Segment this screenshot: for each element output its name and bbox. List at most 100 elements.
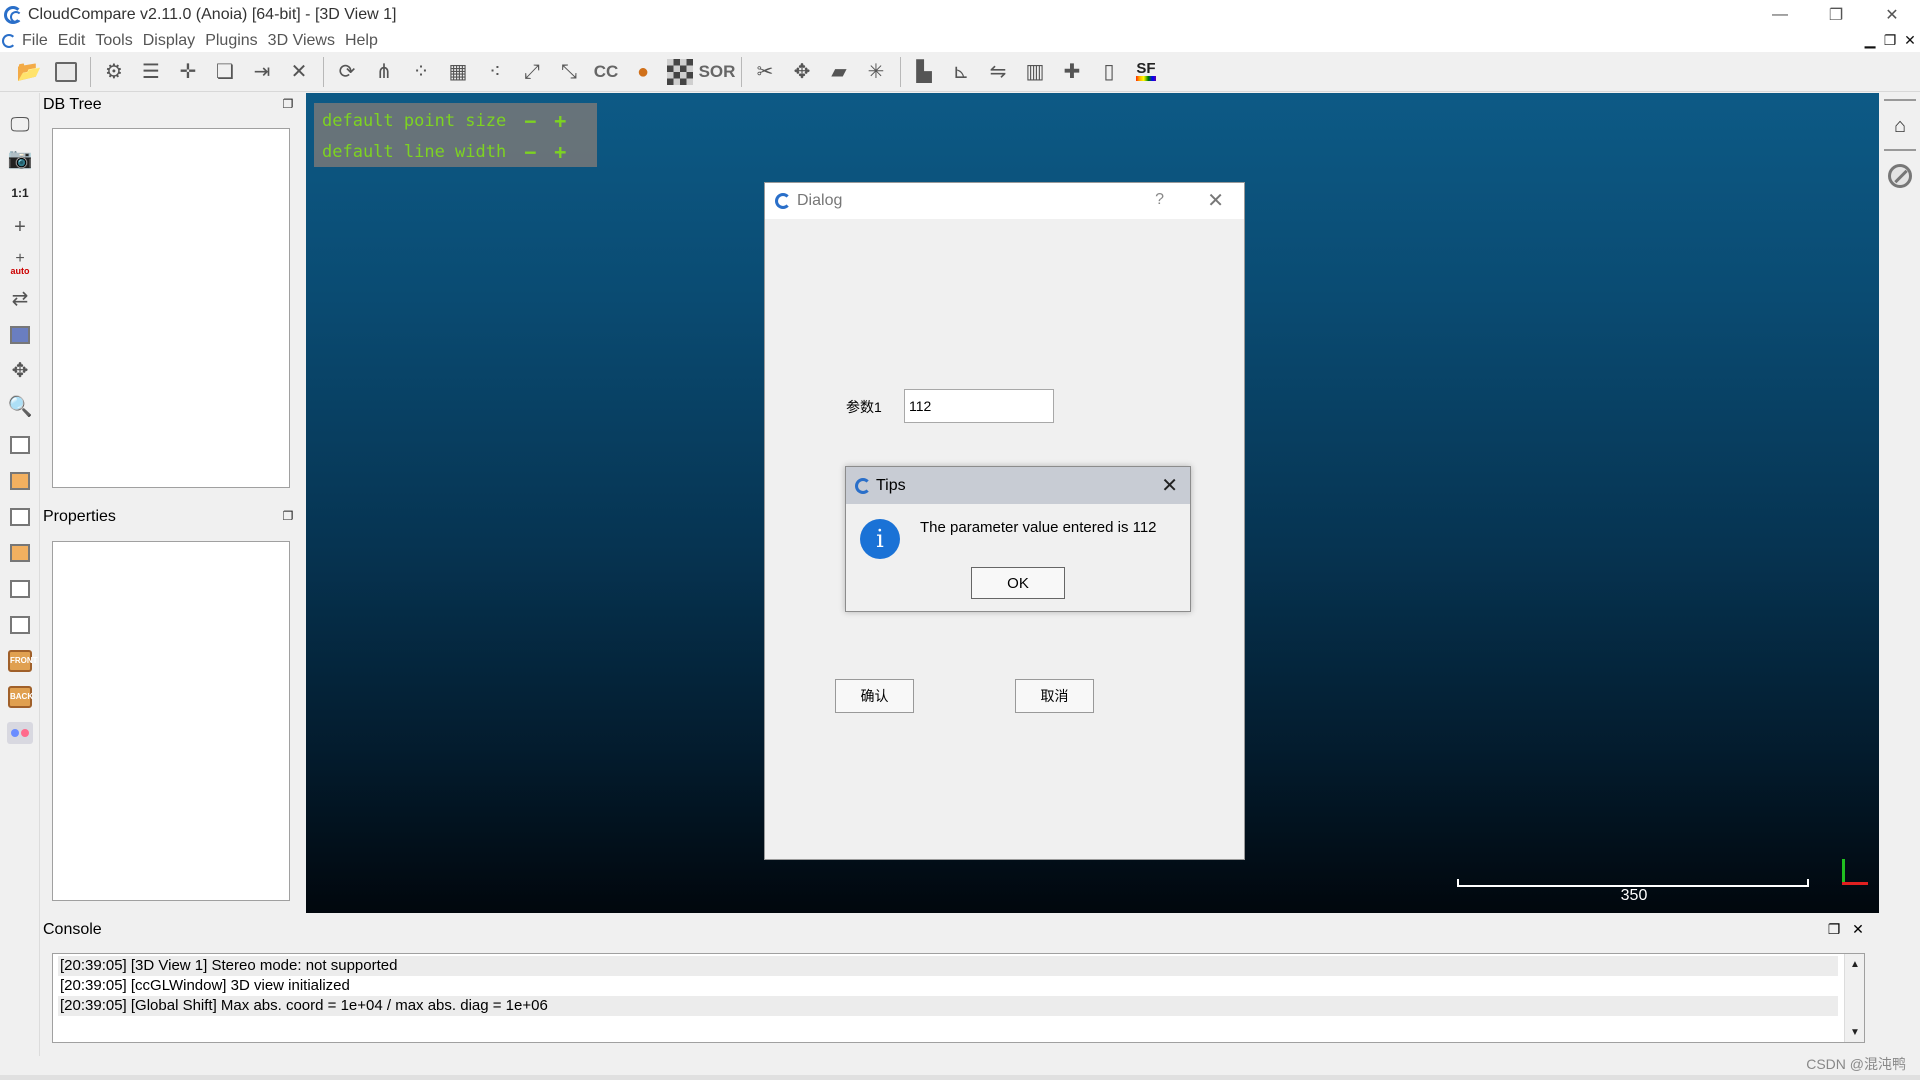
plugin-manager-button[interactable]: ⚙: [99, 57, 129, 87]
cc-icon: CC: [593, 61, 619, 81]
add-point-button[interactable]: ✛: [173, 57, 203, 87]
align-button[interactable]: ⤢: [517, 57, 547, 87]
db-tree-float-button[interactable]: ❐: [281, 97, 295, 111]
line-width-plus-button[interactable]: +: [554, 140, 566, 164]
dialog-help-button[interactable]: ?: [1155, 191, 1164, 209]
menu-file[interactable]: File: [22, 32, 48, 50]
menu-tools[interactable]: Tools: [95, 32, 132, 50]
menu-plugins[interactable]: Plugins: [205, 32, 257, 50]
segment-button[interactable]: ✂: [750, 57, 780, 87]
clone-button[interactable]: ❏: [210, 57, 240, 87]
zoom-1-1-button[interactable]: 1:1: [6, 179, 34, 207]
sample-points-button[interactable]: ⟳: [332, 57, 362, 87]
param1-input[interactable]: [904, 389, 1054, 423]
toolbar-separator: [90, 56, 91, 87]
screenshot-button[interactable]: 📷: [6, 145, 34, 173]
right-view-button[interactable]: [6, 575, 34, 603]
right-view-icon: [10, 580, 30, 598]
console-log[interactable]: [20:39:05] [3D View 1] Stereo mode: not …: [52, 953, 1865, 1043]
scroll-down-icon[interactable]: ▼: [1848, 1025, 1862, 1039]
delete-x-icon: ✕: [290, 60, 308, 83]
db-tree-area[interactable]: [52, 128, 290, 488]
tips-titlebar: Tips ✕: [846, 467, 1190, 504]
scroll-up-icon[interactable]: ▲: [1848, 957, 1862, 971]
connected-components-button[interactable]: CC: [591, 57, 621, 87]
lock-rotation-button[interactable]: ⌂: [1887, 113, 1913, 139]
menu-edit[interactable]: Edit: [58, 32, 86, 50]
confirm-button[interactable]: 确认: [835, 679, 914, 713]
histogram-button[interactable]: ▙: [909, 57, 939, 87]
watermark: CSDN @混沌鸭: [1806, 1056, 1906, 1072]
export-button[interactable]: ⇥: [247, 57, 277, 87]
mdi-restore-button[interactable]: ❐: [1880, 30, 1900, 50]
iso-back-button[interactable]: BACK: [6, 683, 34, 711]
dialog-close-button[interactable]: ✕: [1207, 188, 1224, 213]
point-size-plus-button[interactable]: +: [554, 109, 566, 133]
properties-area[interactable]: [52, 541, 290, 901]
interaction-mode-button[interactable]: ✥: [6, 357, 34, 385]
statistics-button[interactable]: ⊾: [946, 57, 976, 87]
monitor-icon: 🖵: [10, 114, 30, 136]
min-max-icon: ⇋: [989, 60, 1007, 83]
axis-x-indicator: [1842, 882, 1868, 885]
mesh-button[interactable]: ●: [628, 57, 658, 87]
zoom-button[interactable]: 🔍: [6, 393, 34, 421]
iso-front-button[interactable]: FRONT: [6, 647, 38, 675]
properties-float-button[interactable]: ❐: [281, 509, 295, 523]
console-float-button[interactable]: ❐: [1822, 920, 1846, 938]
line-width-minus-button[interactable]: −: [524, 140, 536, 164]
sample-icon: ⟳: [338, 60, 356, 83]
delete-scalar-field-button[interactable]: ▯: [1094, 57, 1124, 87]
mdi-close-button[interactable]: ✕: [1900, 30, 1920, 50]
subsample-button[interactable]: ⋔: [369, 57, 399, 87]
normals-button[interactable]: ⁘: [406, 57, 436, 87]
fine-registration-button[interactable]: ⤡: [554, 57, 584, 87]
perspective-button[interactable]: [6, 321, 34, 349]
mdi-minimize-button[interactable]: ▁: [1860, 30, 1880, 50]
translate-rotate-button[interactable]: ✥: [787, 57, 817, 87]
add-scalar-field-button[interactable]: ✚: [1057, 57, 1087, 87]
menu-help[interactable]: Help: [345, 32, 378, 50]
console-toggle-button[interactable]: ☰: [136, 57, 166, 87]
menu-3d-views[interactable]: 3D Views: [268, 32, 335, 50]
pick-rotation-center-button[interactable]: ⇄: [6, 285, 34, 313]
set-pivot-button[interactable]: +: [6, 213, 34, 241]
registration-button[interactable]: ⁖: [480, 57, 510, 87]
bottom-view-button[interactable]: [6, 611, 34, 639]
stereo-button[interactable]: [6, 719, 34, 747]
open-button[interactable]: 📂: [14, 57, 44, 87]
front-view-button[interactable]: [6, 467, 34, 495]
delete-button[interactable]: ✕: [284, 57, 314, 87]
ok-button[interactable]: OK: [971, 567, 1065, 599]
min-max-button[interactable]: ⇋: [983, 57, 1013, 87]
scalar-field-gradient-button[interactable]: ▥: [1020, 57, 1050, 87]
menu-display[interactable]: Display: [143, 32, 195, 50]
minimize-button[interactable]: —: [1752, 0, 1808, 29]
close-button[interactable]: ✕: [1864, 0, 1920, 29]
window-controls: — ❐ ✕: [1752, 0, 1920, 29]
console-line: [20:39:05] [ccGLWindow] 3D view initiali…: [60, 977, 350, 994]
stereo-glasses-icon: [7, 722, 33, 744]
scalar-field-button[interactable]: SF: [1131, 57, 1161, 87]
point-size-minus-button[interactable]: −: [524, 109, 536, 133]
cancel-button[interactable]: 取消: [1015, 679, 1094, 713]
mdi-logo-icon[interactable]: [2, 33, 16, 48]
octree-button[interactable]: ▦: [443, 57, 473, 87]
full-screen-button[interactable]: 🖵: [6, 111, 34, 139]
cross-section-button[interactable]: ▰: [824, 57, 854, 87]
back-view-button[interactable]: [6, 539, 34, 567]
tips-close-button[interactable]: ✕: [1161, 473, 1178, 498]
save-button[interactable]: [51, 57, 81, 87]
sor-filter-button[interactable]: SOR: [699, 57, 736, 87]
auto-pivot-button[interactable]: + auto: [6, 249, 34, 277]
point-picking-button[interactable]: ✳: [861, 57, 891, 87]
console-scrollbar[interactable]: ▲ ▼: [1844, 954, 1864, 1042]
restore-button[interactable]: ❐: [1808, 0, 1864, 29]
raster-button[interactable]: [665, 57, 695, 87]
top-view-button[interactable]: [6, 431, 34, 459]
auto-label: auto: [10, 265, 30, 276]
disable-button[interactable]: [1887, 163, 1913, 189]
list-icon: ☰: [142, 60, 160, 83]
left-view-button[interactable]: [6, 503, 34, 531]
console-close-button[interactable]: ✕: [1846, 920, 1870, 938]
